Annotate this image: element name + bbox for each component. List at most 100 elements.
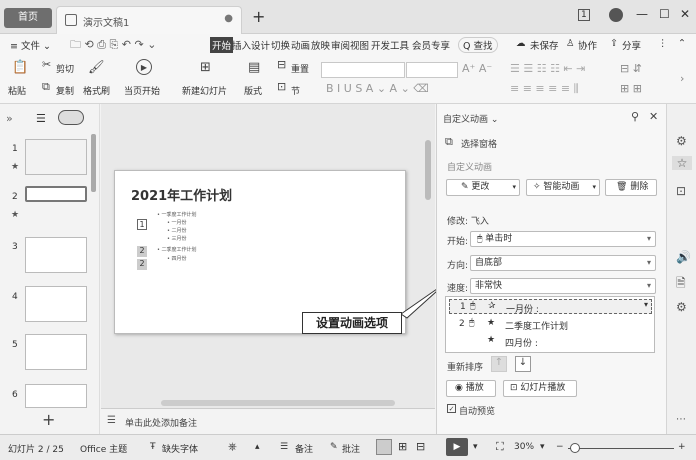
thumbnail-slide-3[interactable] [25,237,87,273]
copy-button[interactable]: 复制 [56,84,74,97]
menu-insert[interactable]: 插入 [232,38,251,52]
tab-document[interactable]: 演示文稿1 ● [56,6,242,34]
speed-select[interactable]: 非常快 ▾ [470,278,656,294]
thumbnail-slide-1[interactable] [25,139,87,175]
fit-window-icon[interactable]: ⛶ [496,440,504,454]
menu-transition[interactable]: 切换 [271,38,290,52]
animation-list-item[interactable]: ★ 四月份 : [449,334,652,349]
smart-animation-button[interactable]: ✧ 智能动画 ▾ [526,179,600,196]
minimize-button[interactable]: — [636,7,648,21]
settings-icon[interactable]: ⚙ [676,300,687,314]
layout-icon[interactable]: ▤ [248,60,260,75]
slideshow-side-icon[interactable]: ⊡ [676,184,686,198]
play-icon[interactable]: ▶ [136,59,152,75]
normal-view-icon[interactable] [376,439,392,455]
menu-developer[interactable]: 开发工具 [371,38,409,52]
cut-button[interactable]: 剪切 [56,62,74,75]
animation-order-tag[interactable]: 2 [137,246,147,257]
animation-icon[interactable]: ☆ [672,156,692,170]
notes-placeholder[interactable]: 单击此处添加备注 [125,416,197,429]
thumbnail-slide-2[interactable] [25,186,87,202]
play-slideshow-icon[interactable]: ▶ [446,438,468,456]
font-size-adjust-icons[interactable]: A⁺ A⁻ [462,62,492,75]
layout-button[interactable]: 版式 [244,84,262,97]
text-box-icons[interactable]: ⊞ ⊞ [620,82,642,95]
list-format-icons[interactable]: ☰ ☰ ☷ ☷ ⇤ ⇥ [510,62,585,75]
chevron-down-icon[interactable]: ▾ [540,442,545,452]
bullet-level2[interactable]: • 三月份 [167,235,187,242]
paste-button[interactable]: 粘贴 [8,84,26,97]
canvas-horizontal-scrollbar[interactable] [161,400,395,406]
ribbon-scroll-right[interactable]: › [680,72,684,85]
menu-file[interactable]: ≡ 文件 ⌄ [10,38,51,52]
bullet-level1[interactable]: • 一季度工作计划 [157,211,197,218]
new-tab-button[interactable]: + [252,7,265,26]
text-direction-icons[interactable]: ⊟ ⇵ [620,62,642,75]
animation-order-tag[interactable]: 2 [137,259,147,270]
reading-view-icon[interactable]: ⊟ [416,440,425,453]
pin-icon[interactable]: ⚲ [631,110,639,123]
notes-bar[interactable]: ☰ 单击此处添加备注 [101,408,435,434]
bullet-level2[interactable]: • 二月份 [167,227,187,234]
zoom-slider-handle[interactable] [570,443,580,453]
play-button[interactable]: ◉ 播放 [446,380,496,397]
menu-member[interactable]: 会员专享 [412,38,450,52]
thumbnail-slide-5[interactable] [25,334,87,370]
format-painter-icon[interactable]: 🖌 [88,60,105,75]
window-count-badge[interactable]: 1 [578,9,590,21]
play-from-start-button[interactable]: 当页开始 [124,84,160,97]
chevron-down-icon[interactable]: ▾ [473,442,478,452]
zoom-in-icon[interactable]: + [678,442,686,452]
animation-list-item-selected[interactable]: 1 🖱 ✰ 一月份 : ▾ [449,299,652,315]
adjust-icon[interactable]: ⚙ [676,134,687,148]
menu-home[interactable]: 开始 [210,37,234,53]
search-box[interactable]: Q 查找 [458,37,498,53]
toolbar-quick-icons[interactable]: 🗀 ⟲ ⎙ ⎘ ↶ ↷ ⌄ [70,36,156,55]
avatar[interactable] [609,8,623,22]
pane-close-icon[interactable]: ✕ [649,110,658,123]
add-slide-icon[interactable]: + [42,410,55,429]
menu-design[interactable]: 设计 [251,38,270,52]
canvas-vertical-scrollbar[interactable] [425,140,431,200]
new-slide-button[interactable]: 新建幻灯片 [182,84,227,97]
theme-name[interactable]: Office 主题 [80,442,127,455]
notes-toggle[interactable]: 备注 [295,442,313,455]
new-slide-icon[interactable]: ⊞ [200,60,211,75]
collapse-ribbon-icon[interactable]: ⌃ [678,38,686,49]
font-family-select[interactable] [321,62,405,78]
zoom-slider[interactable] [568,448,674,449]
paste-icon[interactable]: 📋 [12,60,28,75]
zoom-level[interactable]: 30% [514,442,534,452]
copy-icon[interactable]: ⧉ [42,80,50,94]
close-button[interactable]: ✕ [680,7,690,21]
thumbnail-slide-6[interactable] [25,384,87,408]
autopreview-checkbox[interactable]: ✓ [447,404,456,413]
slide-title[interactable]: 2021年工作计划 [131,185,232,204]
more-side-icon[interactable]: ⋯ [676,414,686,425]
menu-review[interactable]: 审阅 [331,38,350,52]
delete-button[interactable]: 🗑 删除 [605,179,657,196]
audio-icon[interactable]: 🔊 [676,250,691,264]
move-up-icon[interactable]: ↑ [491,356,507,372]
start-select[interactable]: 🖱 单击时 ▾ [470,231,656,247]
thumbnail-slide-4[interactable] [25,286,87,322]
document-icon[interactable]: 🗎 [676,274,686,295]
maximize-button[interactable]: ☐ [659,7,670,21]
chevron-down-icon[interactable]: ▾ [644,300,648,309]
change-button[interactable]: ✎ 更改 ▾ [446,179,520,196]
format-painter-button[interactable]: 格式刷 [83,84,110,97]
comments-toggle[interactable]: 批注 [342,442,360,455]
sorter-view-icon[interactable]: ⊞ [398,440,407,453]
unsaved-label[interactable]: 未保存 [530,38,559,52]
animation-list[interactable]: 1 🖱 ✰ 一月份 : ▾ 2 🖱 ★ 二季度工作计划 ★ 四月份 : [445,296,655,353]
animation-order-tag[interactable]: 1 [137,219,147,230]
reset-button[interactable]: 重置 [291,62,309,75]
bullet-level1[interactable]: • 二季度工作计划 [157,246,197,253]
cut-icon[interactable]: ✂ [42,58,51,71]
share-button[interactable]: 分享 [622,38,641,52]
bullet-level2[interactable]: • 一月份 [167,219,187,226]
collab-button[interactable]: 协作 [578,38,597,52]
section-button[interactable]: 节 [291,84,300,97]
missing-font-button[interactable]: 缺失字体 [162,442,198,455]
menu-view[interactable]: 视图 [350,38,369,52]
